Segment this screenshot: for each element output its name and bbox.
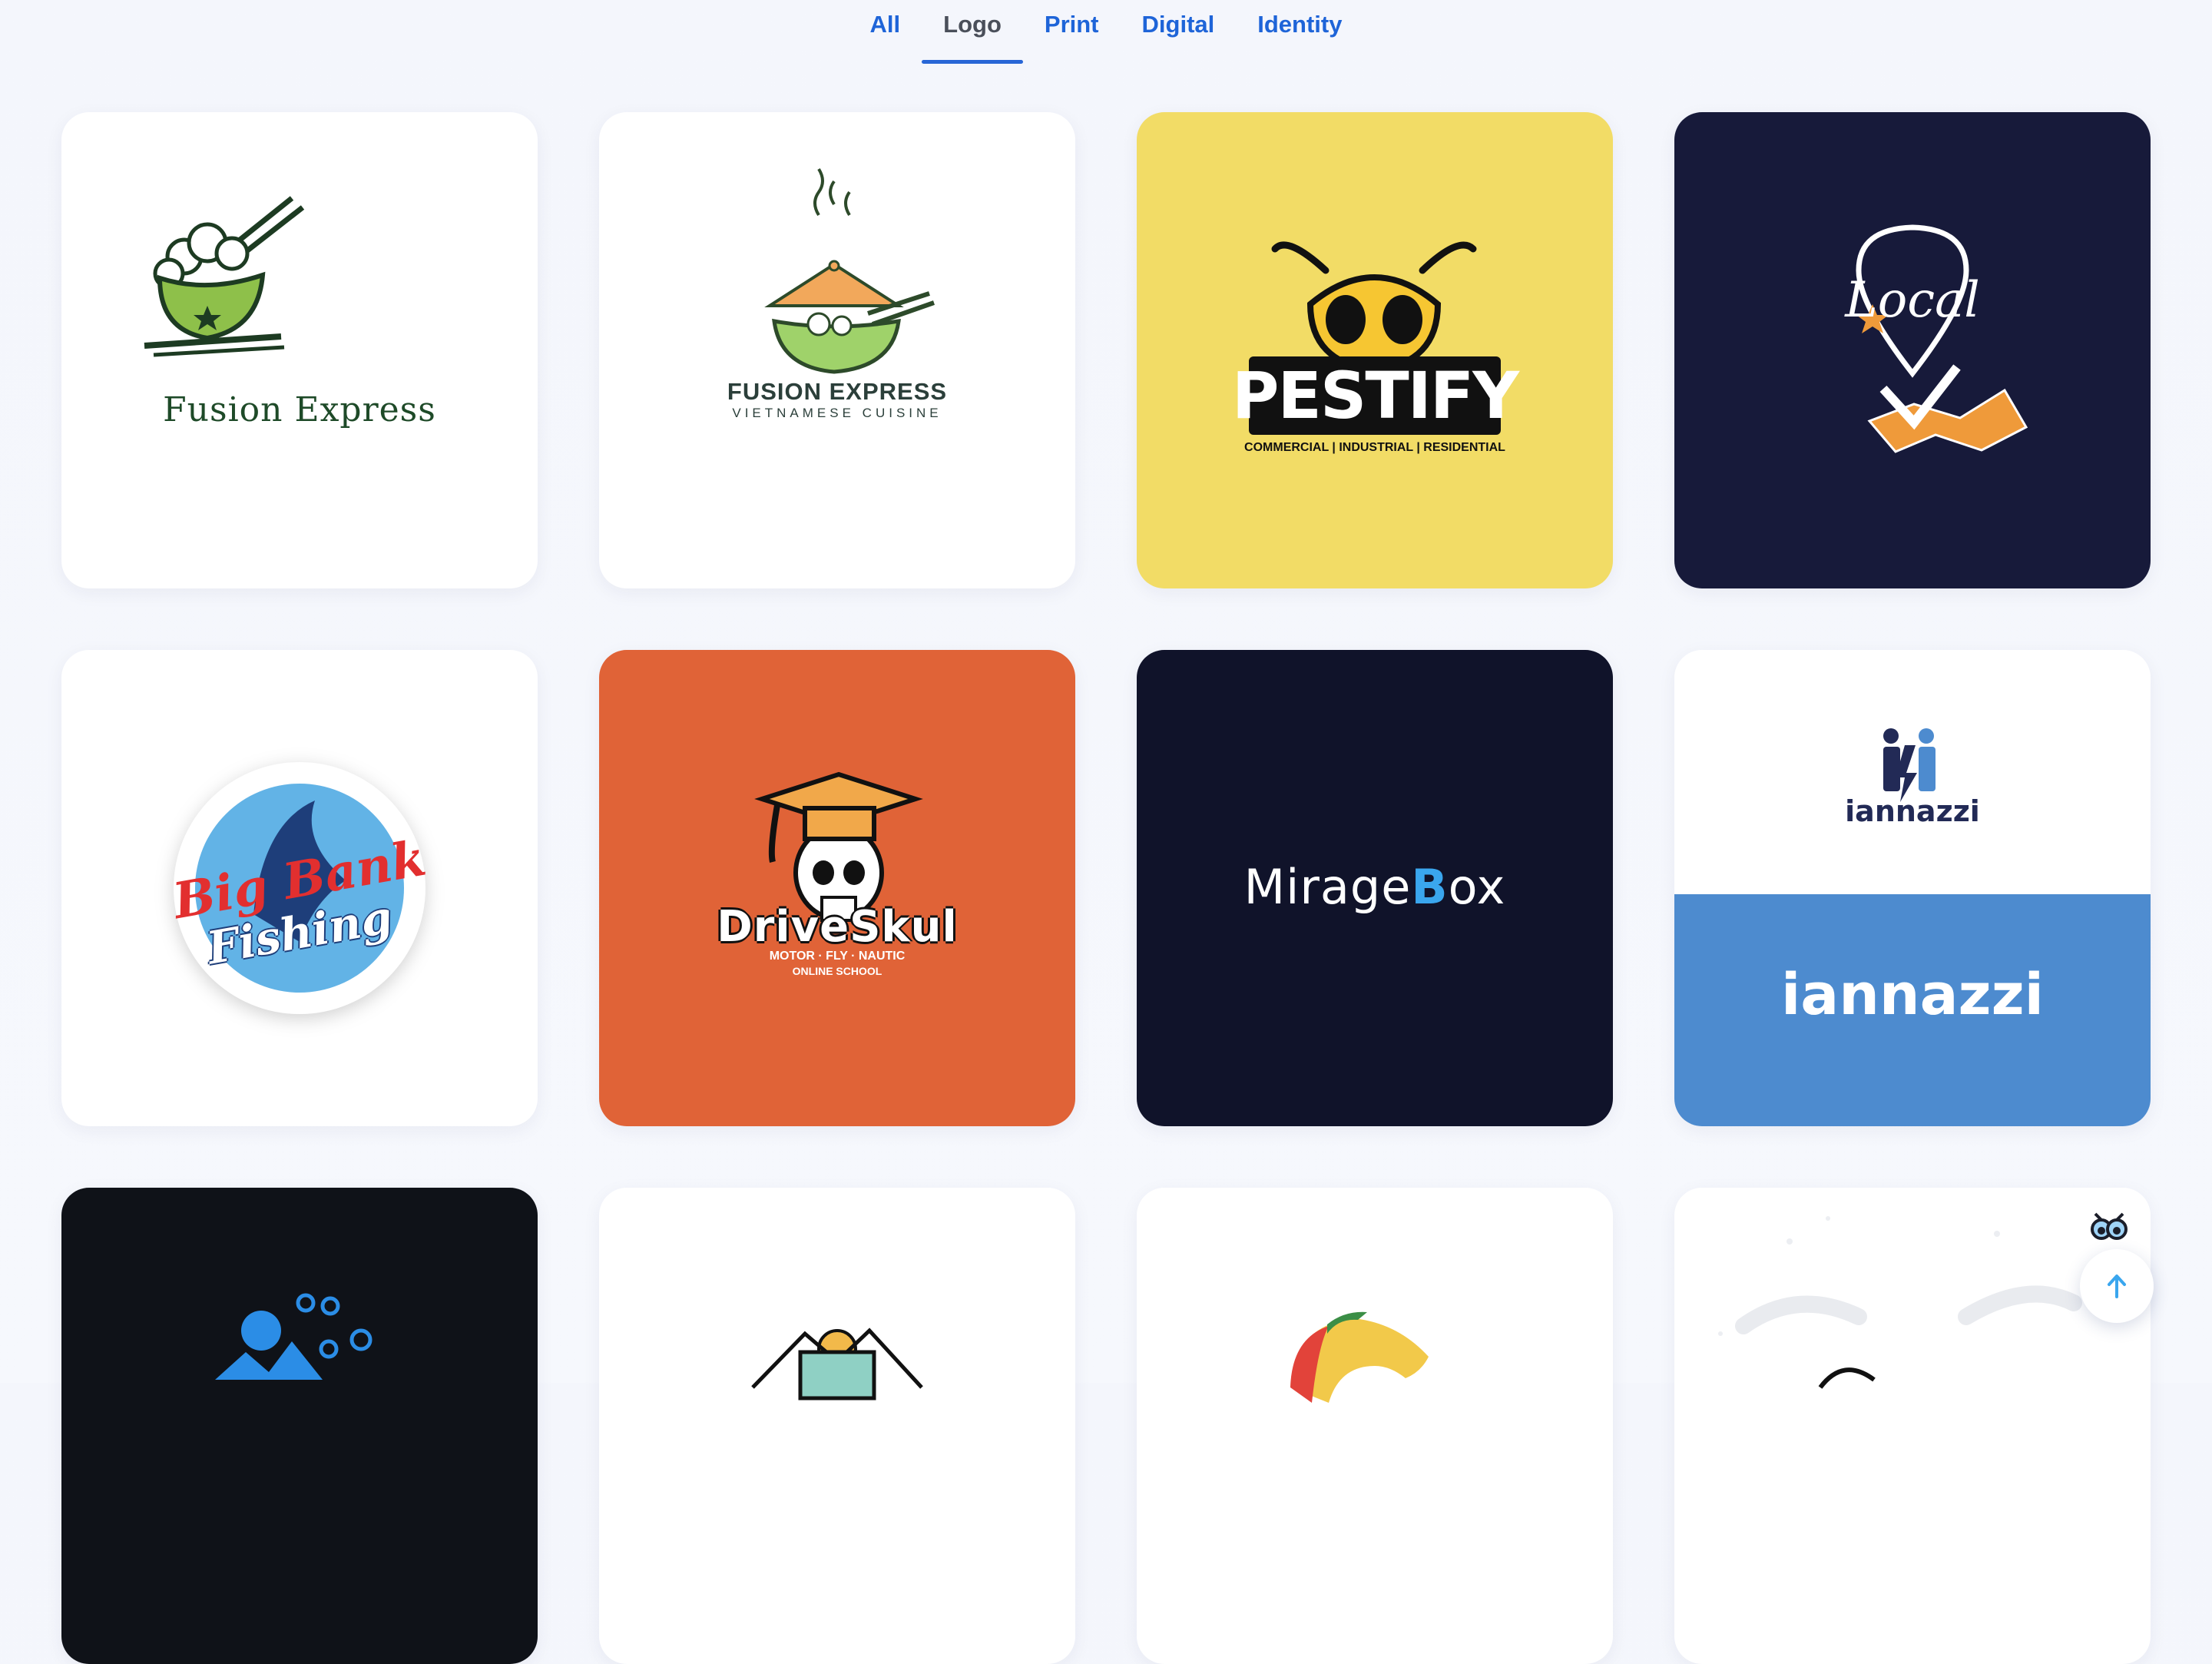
portfolio-card-driveskul[interactable]: DriveSkul MOTOR · FLY · NAUTIC ONLINE SC… bbox=[599, 650, 1075, 1126]
logo-tagline: COMMERCIAL | INDUSTRIAL | RESIDENTIAL bbox=[1244, 441, 1505, 454]
bee-icon bbox=[1249, 241, 1501, 435]
logo-light-variant: iannazzi bbox=[1674, 650, 2151, 894]
wordmark-part1: Mirage bbox=[1243, 859, 1412, 915]
wordmark-part3: ox bbox=[1448, 859, 1506, 915]
cartoon-face-icon bbox=[1718, 1216, 2082, 1389]
rice-hat-bowl-icon bbox=[764, 167, 935, 374]
portfolio-card-dark-circles[interactable] bbox=[61, 1188, 538, 1664]
logo-wordmark-light: iannazzi bbox=[1780, 962, 2045, 1028]
portfolio-card-fusion-express[interactable]: Fusion Express bbox=[61, 112, 538, 588]
tab-identity[interactable]: Identity bbox=[1236, 0, 1363, 54]
logo-wordmark: DriveSkul bbox=[717, 902, 958, 952]
logo-tagline: VIETNAMESE CUISINE bbox=[732, 406, 942, 420]
logo-wordmark-dark: iannazzi bbox=[1845, 794, 1980, 828]
map-pin-icon bbox=[1856, 224, 2028, 453]
portfolio-card-iannazzi[interactable]: iannazzi iannazzi bbox=[1674, 650, 2151, 1126]
logo-wordmark: PESTIFY bbox=[1137, 358, 1613, 433]
owl-icon[interactable] bbox=[2088, 1206, 2131, 1245]
mountain-house-icon bbox=[751, 1328, 923, 1400]
scroll-to-top-button[interactable] bbox=[2080, 1249, 2154, 1323]
lightning-people-icon bbox=[1883, 728, 1936, 802]
portfolio-card-colorful-map[interactable] bbox=[1137, 1188, 1613, 1664]
logo-wordmark: Fusion Express bbox=[163, 390, 436, 429]
wordmark-text: PESTIFY bbox=[1231, 358, 1519, 433]
tab-logo[interactable]: Logo bbox=[922, 0, 1023, 64]
tab-digital[interactable]: Digital bbox=[1121, 0, 1237, 54]
logo-tagline-2: ONLINE SCHOOL bbox=[792, 965, 882, 977]
arrow-up-icon bbox=[2108, 1275, 2126, 1298]
logo-tagline: MOTOR · FLY · NAUTIC bbox=[769, 950, 906, 963]
portfolio-card-local[interactable]: Local bbox=[1674, 112, 2151, 588]
tab-all[interactable]: All bbox=[849, 0, 922, 54]
country-map-icon bbox=[1290, 1311, 1429, 1403]
wordmark-accent: B bbox=[1411, 859, 1449, 915]
logo-dark-variant: iannazzi bbox=[1674, 894, 2151, 1126]
portfolio-card-mountain-house[interactable] bbox=[599, 1188, 1075, 1664]
tab-print[interactable]: Print bbox=[1023, 0, 1121, 54]
skull-graduation-cap-icon bbox=[754, 771, 923, 922]
noodle-bowl-icon bbox=[144, 196, 305, 357]
portfolio-card-pestify[interactable]: PESTIFY COMMERCIAL | INDUSTRIAL | RESIDE… bbox=[1137, 112, 1613, 588]
portfolio-filter-tabs: All Logo Print Digital Identity bbox=[0, 0, 2212, 69]
portfolio-card-fusion-express-vietnamese[interactable]: FUSION EXPRESS VIETNAMESE CUISINE bbox=[599, 112, 1075, 588]
portfolio-card-miragebox[interactable]: MirageBox bbox=[1137, 650, 1613, 1126]
portfolio-card-big-bank-fishing[interactable]: Big Bank Fishing bbox=[61, 650, 538, 1126]
logo-wordmark: MirageBox bbox=[1137, 859, 1613, 915]
portfolio-card-cartoon-eyes[interactable] bbox=[1674, 1188, 2151, 1664]
logo-wordmark: FUSION EXPRESS bbox=[727, 378, 948, 405]
outdoor-icons-cluster bbox=[215, 1293, 373, 1380]
logo-wordmark: Local bbox=[1845, 272, 1980, 329]
